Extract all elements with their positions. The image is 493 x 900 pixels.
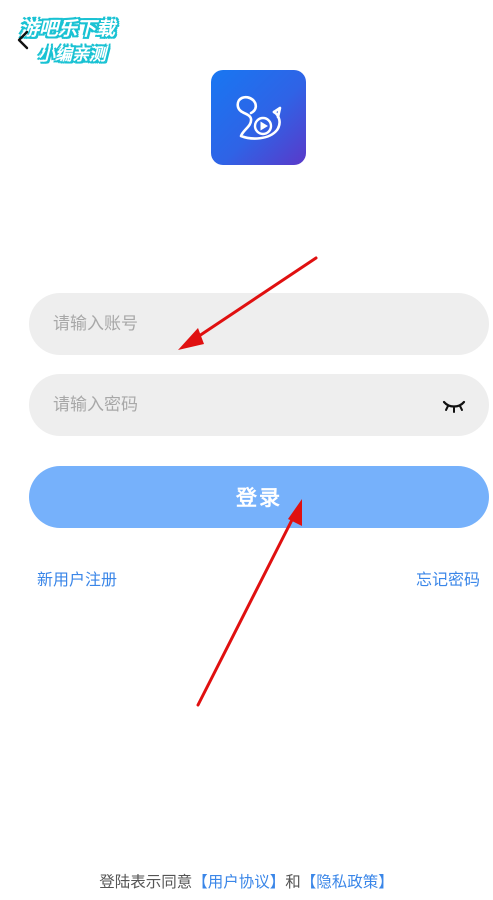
register-link[interactable]: 新用户注册 [37, 566, 117, 590]
account-input[interactable] [29, 293, 489, 355]
swan-play-icon [235, 95, 281, 140]
user-agreement-link[interactable]: 【用户协议】 [192, 873, 285, 891]
privacy-policy-link[interactable]: 【隐私政策】 [301, 873, 394, 891]
eye-closed-icon [442, 400, 466, 413]
chevron-left-icon [17, 30, 29, 50]
forgot-password-link[interactable]: 忘记密码 [416, 566, 480, 590]
password-visibility-toggle[interactable] [440, 393, 468, 417]
password-input[interactable] [29, 374, 489, 436]
agreement-and: 和 [285, 873, 301, 891]
login-button[interactable]: 登录 [29, 466, 489, 528]
watermark-line-2: 小编亲测 [38, 45, 106, 65]
back-button[interactable] [12, 28, 36, 52]
annotation-arrow-login [196, 499, 302, 707]
agreement-prefix: 登陆表示同意 [99, 873, 193, 891]
app-logo [211, 70, 306, 165]
agreement-text: 登陆表示同意【用户协议】和【隐私政策】 [0, 870, 493, 892]
